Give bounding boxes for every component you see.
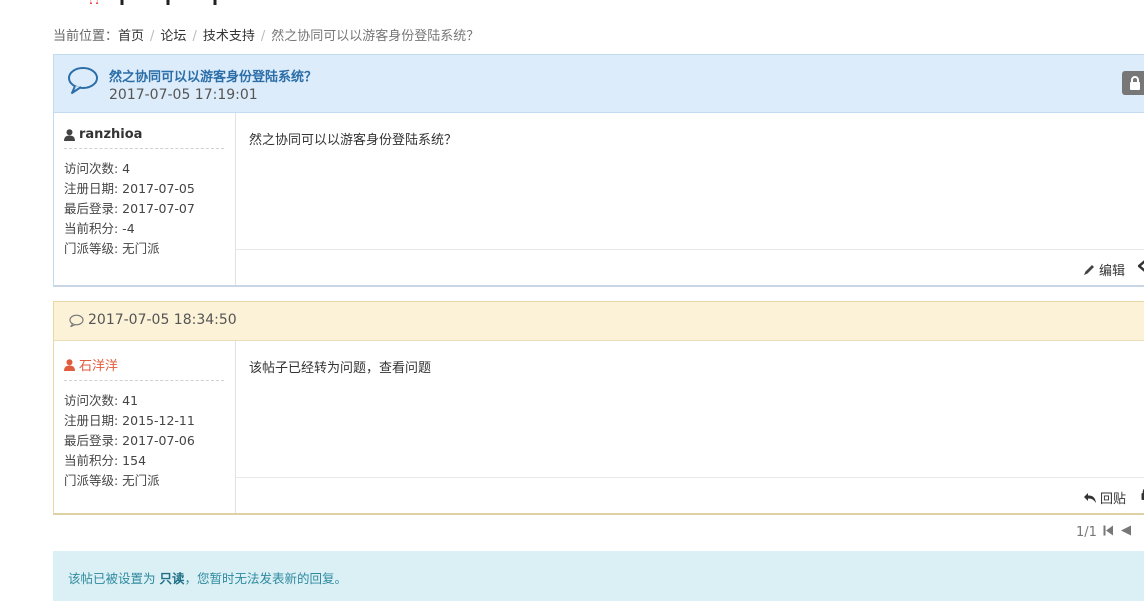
site-logo[interactable] (70, 0, 300, 8)
reply-author-last-login: 最后登录: 2017-07-06 (64, 433, 195, 448)
reply-icon (1084, 492, 1096, 503)
post-content-column: 然之协同可以以游客身份登陆系统？ 编辑 (236, 113, 1144, 285)
breadcrumb-home[interactable]: 首页 (118, 29, 144, 44)
author-stats: 访问次数: 4 注册日期: 2017-07-05 最后登录: 2017-07-0… (64, 159, 235, 259)
reply-author-name[interactable]: 石洋洋 (64, 355, 224, 381)
first-page-icon[interactable] (1103, 525, 1114, 540)
lock-button[interactable] (1122, 71, 1144, 95)
breadcrumb-separator: / (150, 29, 155, 44)
author-points: 当前积分: -4 (64, 221, 135, 236)
reply-post: 2017-07-05 18:34:50 石洋洋 访问次数: 41 注册日期: 2… (53, 301, 1144, 515)
notice-text-after: ，您暂时无法发表新的回复。 (184, 571, 348, 586)
breadcrumb-current: 然之协同可以以游客身份登陆系统？ (271, 29, 480, 44)
reply-author-stats: 访问次数: 41 注册日期: 2015-12-11 最后登录: 2017-07-… (64, 391, 235, 491)
lock-icon (1130, 76, 1140, 90)
notice-text-before: 该帖已被设置为 (68, 571, 160, 586)
reply-author-panel: 石洋洋 访问次数: 41 注册日期: 2015-12-11 最后登录: 2017… (54, 341, 236, 513)
edit-label: 编辑 (1099, 264, 1126, 279)
reply-button[interactable]: 回贴 (1083, 488, 1126, 507)
pencil-icon (1084, 265, 1094, 275)
thread-date: 2017-07-05 17:19:01 (109, 87, 258, 103)
more-actions-icon[interactable] (1138, 260, 1144, 272)
notice-readonly-keyword: 只读 (159, 571, 185, 586)
author-visits: 访问次数: 4 (64, 161, 131, 176)
user-icon (64, 358, 75, 371)
prev-page-icon[interactable] (1120, 525, 1132, 540)
reply-date-text: 2017-07-05 18:34:50 (88, 312, 237, 328)
pager: 1/1 (1076, 525, 1132, 540)
reply-author-points: 当前积分: 154 (64, 453, 147, 468)
pager-label: 1/1 (1076, 525, 1097, 540)
breadcrumb: 当前位置：首页 / 论坛 / 技术支持 / 然之协同可以以游客身份登陆系统？ (53, 25, 479, 44)
reply-actions: 回贴 (236, 477, 1144, 513)
breadcrumb-separator: / (192, 29, 197, 44)
speech-bubble-icon (67, 65, 99, 99)
thread-body: ranzhioa 访问次数: 4 注册日期: 2017-07-05 最后登录: … (54, 113, 1144, 285)
breadcrumb-separator: / (260, 29, 266, 44)
reply-body: 石洋洋 访问次数: 41 注册日期: 2015-12-11 最后登录: 2017… (54, 341, 1144, 513)
breadcrumb-prefix: 当前位置： (53, 29, 119, 44)
author-last-login: 最后登录: 2017-07-07 (64, 201, 195, 216)
post-content: 然之协同可以以游客身份登陆系统？ (249, 133, 458, 148)
author-registered: 注册日期: 2017-07-05 (64, 181, 195, 196)
thread-post: 然之协同可以以游客身份登陆系统？ 2017-07-05 17:19:01 ran… (53, 54, 1144, 287)
reply-header: 2017-07-05 18:34:50 (54, 302, 1144, 341)
user-icon (64, 128, 75, 141)
reply-author-rank: 门派等级: 无门派 (64, 473, 160, 488)
reply-author-visits: 访问次数: 41 (64, 393, 139, 408)
post-actions: 编辑 (236, 249, 1144, 285)
comment-icon (69, 314, 84, 327)
reply-date: 2017-07-05 18:34:50 (69, 312, 237, 328)
author-rank: 门派等级: 无门派 (64, 241, 160, 256)
author-name[interactable]: ranzhioa (64, 127, 224, 149)
reply-author-registered: 注册日期: 2015-12-11 (64, 413, 195, 428)
thread-title[interactable]: 然之协同可以以游客身份登陆系统？ (109, 66, 317, 85)
readonly-notice: 该帖已被设置为 只读，您暂时无法发表新的回复。 (53, 551, 1144, 601)
breadcrumb-forum[interactable]: 论坛 (160, 29, 186, 44)
reply-content[interactable]: 该帖子已经转为问题，查看问题 (236, 341, 1144, 477)
breadcrumb-tech-support[interactable]: 技术支持 (203, 29, 255, 44)
reply-label: 回贴 (1100, 492, 1127, 507)
reply-author-name-text: 石洋洋 (79, 359, 119, 374)
thread-header: 然之协同可以以游客身份登陆系统？ 2017-07-05 17:19:01 (54, 55, 1144, 113)
author-panel: ranzhioa 访问次数: 4 注册日期: 2017-07-05 最后登录: … (54, 113, 236, 285)
edit-button[interactable]: 编辑 (1083, 260, 1125, 279)
author-name-text: ranzhioa (79, 127, 143, 142)
reply-content-column: 该帖子已经转为问题，查看问题 回贴 (236, 341, 1144, 513)
